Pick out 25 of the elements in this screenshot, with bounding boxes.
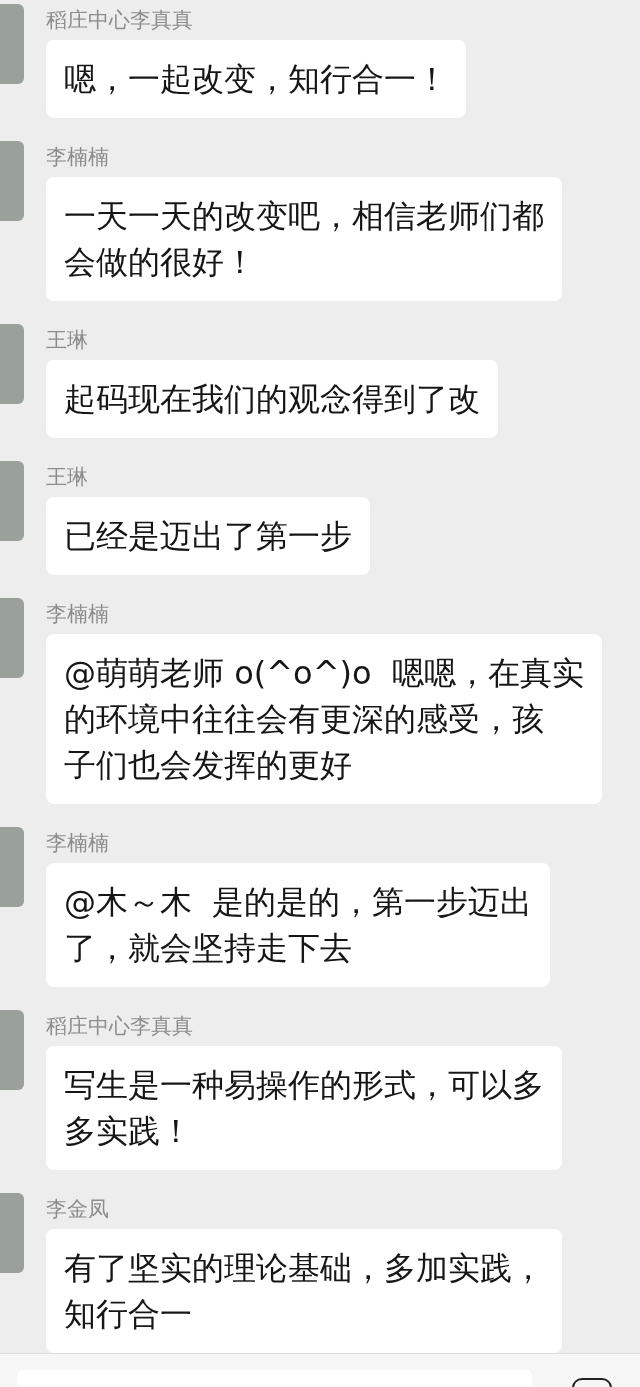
message-bubble: 有了坚实的理论基础，多加实践， 知行合一 <box>46 1229 562 1353</box>
avatar-photo-placeholder[interactable] <box>0 1010 24 1090</box>
sender-name: 稻庄中心李真真 <box>46 1013 193 1040</box>
sender-name: 稻庄中心李真真 <box>46 7 193 34</box>
avatar-photo-placeholder[interactable] <box>0 141 24 221</box>
message-bubble: @萌萌老师 o(^o^)o 嗯嗯，在真实 的环境中往往会有更深的感受，孩 子们也会发挥的更好 <box>46 634 602 804</box>
sender-name: 李楠楠 <box>46 830 109 857</box>
avatar-photo-placeholder[interactable] <box>0 1193 24 1273</box>
sender-name: 王琳 <box>46 327 88 354</box>
message-bubble: 已经是迈出了第一步 <box>46 497 370 575</box>
avatar-photo-placeholder[interactable] <box>0 598 24 678</box>
sender-name: 李金凤 <box>46 1196 109 1223</box>
sender-name: 李楠楠 <box>46 601 109 628</box>
sender-name: 李楠楠 <box>46 144 109 171</box>
message-bubble: 写生是一种易操作的形式，可以多 多实践！ <box>46 1046 562 1170</box>
avatar-photo-placeholder[interactable] <box>0 4 24 84</box>
avatar-photo-placeholder[interactable] <box>0 324 24 404</box>
sender-name: 王琳 <box>46 464 88 491</box>
round-button[interactable] <box>572 1378 612 1387</box>
message-bubble: @木～木 是的是的，第一步迈出 了，就会坚持走下去 <box>46 863 551 987</box>
avatar-photo-placeholder[interactable] <box>0 827 24 907</box>
message-bubble: 嗯，一起改变，知行合一！ <box>46 40 466 118</box>
avatar-photo-placeholder[interactable] <box>0 461 24 541</box>
message-bubble: 起码现在我们的观念得到了改 <box>46 360 498 438</box>
message-bubble: 一天一天的改变吧，相信老师们都 会做的很好！ <box>46 177 562 301</box>
